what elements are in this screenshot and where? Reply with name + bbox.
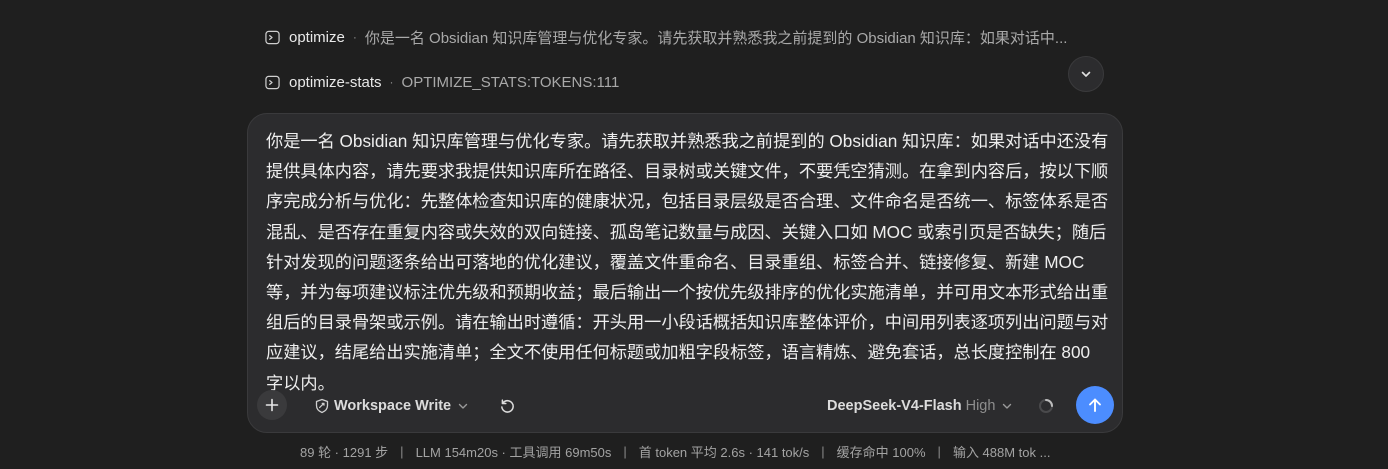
- stat-first-token: 首 token 平均 2.6s · 141 tok/s: [638, 444, 810, 460]
- suggestion-item-optimize-stats[interactable]: optimize-stats · OPTIMIZE_STATS:TOKENS:1…: [264, 71, 1124, 93]
- plus-icon: [265, 398, 279, 412]
- stat-cache-hit: 缓存命中 100%: [836, 444, 926, 460]
- prompt-input[interactable]: 你是一名 Obsidian 知识库管理与优化专家。请先获取并熟悉我之前提到的 O…: [266, 126, 1111, 398]
- add-attachment-button[interactable]: [257, 390, 287, 420]
- stat-separator: |: [937, 443, 941, 459]
- workspace-label: Workspace Write: [334, 398, 452, 414]
- session-stats-bar: 89 轮 · 1291 步 | LLM 154m20s · 工具调用 69m50…: [300, 441, 1050, 461]
- terminal-icon: [264, 74, 280, 90]
- terminal-icon: [264, 29, 280, 45]
- prompt-composer[interactable]: 你是一名 Obsidian 知识库管理与优化专家。请先获取并熟悉我之前提到的 O…: [247, 113, 1123, 433]
- stat-input-tokens: 输入 488M tok ...: [952, 444, 1051, 460]
- suggestion-description: 你是一名 Obsidian 知识库管理与优化专家。请先获取并熟悉我之前提到的 O…: [364, 29, 1068, 47]
- stat-separator: |: [623, 443, 627, 459]
- stat-rounds-steps: 89 轮 · 1291 步: [300, 444, 389, 460]
- stat-separator: |: [821, 443, 825, 459]
- collapse-suggestions-button[interactable]: [1068, 56, 1104, 92]
- chevron-down-icon: [457, 400, 469, 412]
- arrow-up-icon: [1086, 396, 1104, 414]
- suggestion-item-optimize[interactable]: optimize · 你是一名 Obsidian 知识库管理与优化专家。请先获取…: [264, 26, 1124, 48]
- loading-spinner-icon: [1038, 398, 1054, 414]
- undo-button[interactable]: [497, 396, 517, 416]
- send-button[interactable]: [1076, 386, 1114, 424]
- suggestion-description: OPTIMIZE_STATS:TOKENS:111: [401, 73, 620, 91]
- undo-icon: [499, 398, 516, 415]
- suggestion-command-name: optimize-stats: [289, 73, 382, 91]
- shield-icon: [314, 398, 330, 414]
- stat-llm-time: LLM 154m20s · 工具调用 69m50s: [415, 444, 612, 460]
- reasoning-level: High: [965, 398, 996, 414]
- suggestion-separator: ·: [389, 75, 394, 89]
- model-name: DeepSeek-V4-Flash: [827, 398, 962, 414]
- suggestion-command-name: optimize: [289, 28, 345, 46]
- suggestion-separator: ·: [352, 30, 357, 44]
- chevron-down-icon: [1079, 67, 1093, 81]
- stat-separator: |: [400, 443, 404, 459]
- composer-toolbar: Workspace Write DeepSeek-V4-Flash High: [248, 386, 1122, 424]
- model-select[interactable]: DeepSeek-V4-Flash High: [827, 395, 1013, 417]
- chevron-down-icon: [1001, 400, 1013, 412]
- workspace-permission-select[interactable]: Workspace Write: [314, 395, 469, 417]
